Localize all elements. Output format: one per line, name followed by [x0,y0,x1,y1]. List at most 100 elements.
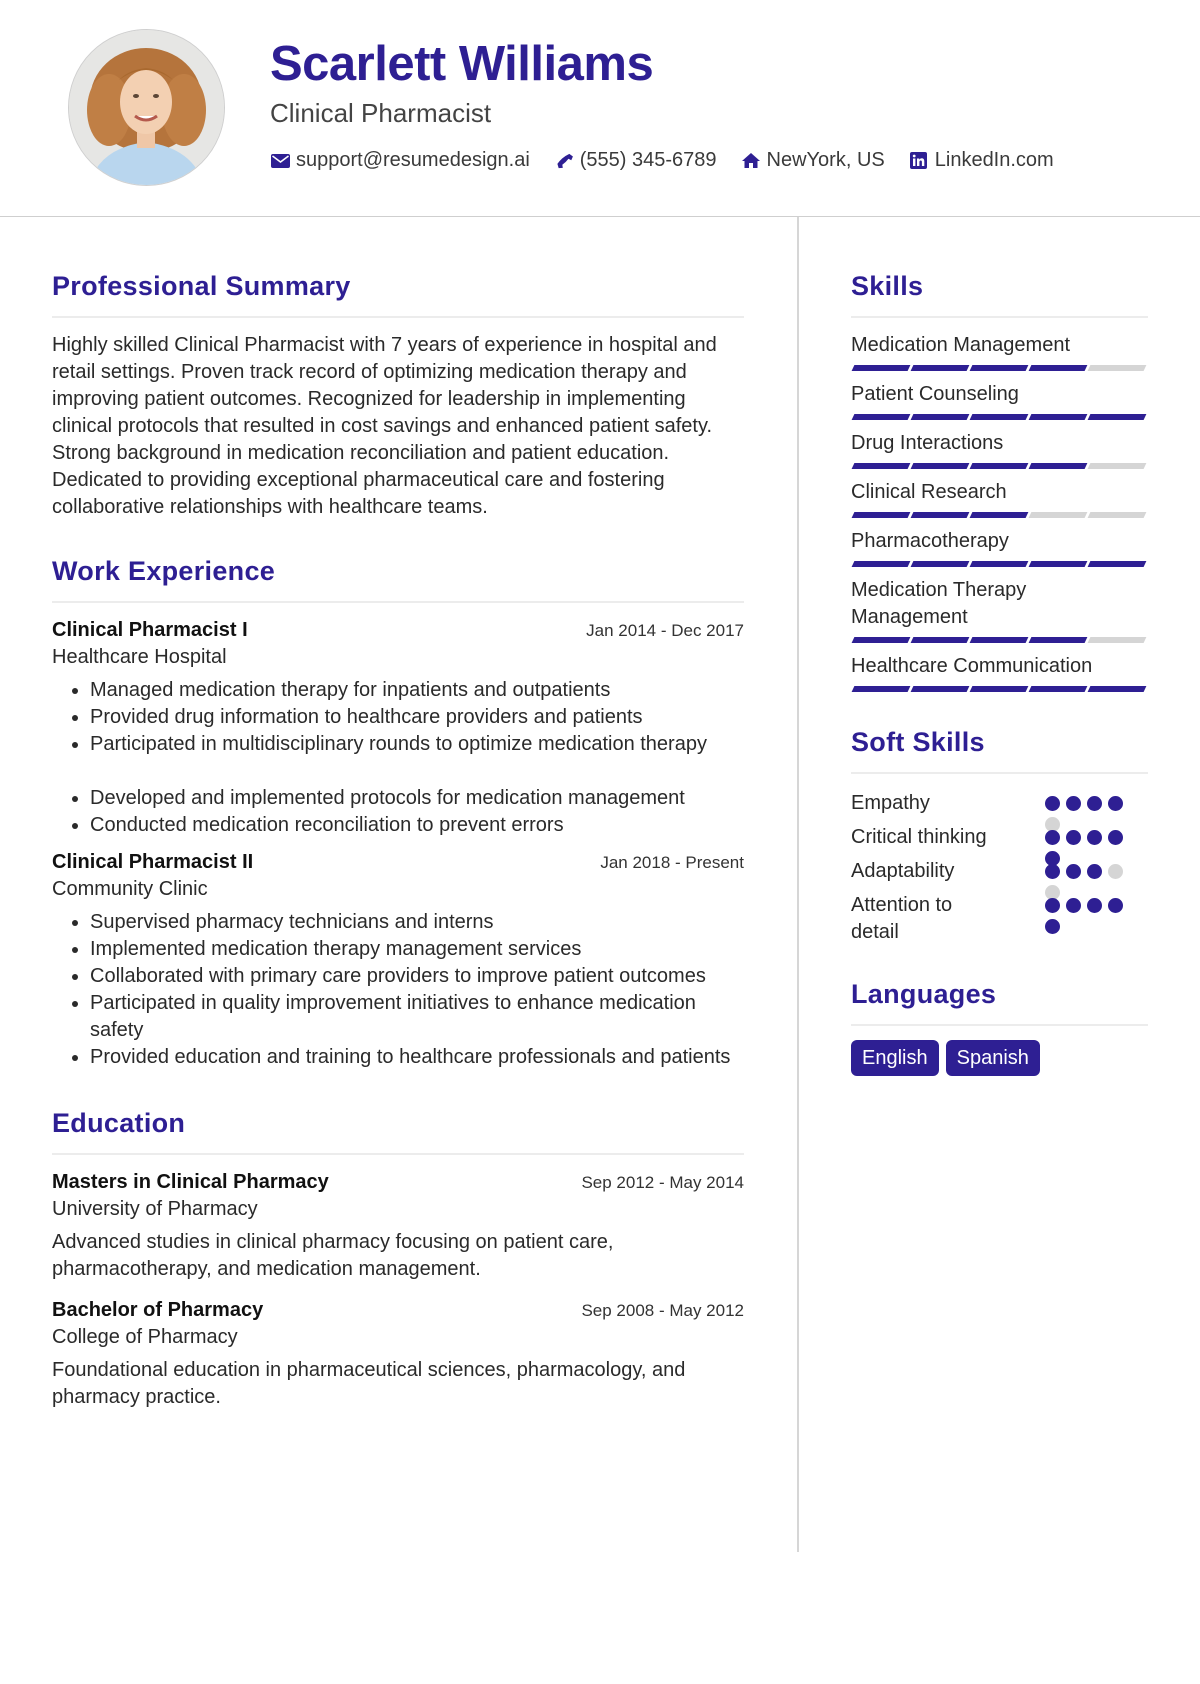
skill-segment-filled [969,512,1029,518]
language-tag: Spanish [945,1040,1040,1076]
skill-item: Medication Therapy Management [851,577,1148,643]
main-column: Professional Summary Highly skilled Clin… [52,266,744,1411]
skill-segment-filled [1028,414,1088,420]
soft-skill-item: Empathy [851,788,1148,832]
skill-name: Clinical Research [851,481,1007,503]
education-description: Advanced studies in clinical pharmacy fo… [52,1231,614,1280]
education-dates: Sep 2012 - May 2014 [581,1173,744,1192]
candidate-name: Scarlett Williams [270,37,654,91]
soft-skill-item: Attention to detail [851,890,1148,948]
avatar [68,29,225,186]
rating-dot-filled [1108,898,1123,913]
skill-name: Drug Interactions [851,432,1004,454]
experience-section: Work Experience Clinical Pharmacist I Ja… [52,551,744,1071]
sidebar-column: Skills Medication Management Patient Cou… [851,266,1148,1076]
school-name: College of Pharmacy [52,1326,238,1348]
language-tags: English Spanish [851,1040,1148,1076]
rating-dot-filled [1045,796,1060,811]
job-organization: Healthcare Hospital [52,646,227,668]
skill-segment-filled [851,686,911,692]
contact-email-text: support@resumedesign.ai [296,149,530,171]
education-dates: Sep 2008 - May 2012 [581,1301,744,1320]
skill-segment-filled [1087,414,1147,420]
rating-dot-filled [1087,864,1102,879]
skill-segment-filled [851,637,911,643]
rating-dot-filled [1066,864,1081,879]
skill-segment-filled [969,686,1029,692]
job-bullet: Participated in quality improvement init… [90,990,744,1044]
skill-segment-filled [910,463,970,469]
job-bullets: Supervised pharmacy technicians and inte… [52,909,744,1071]
skill-segment-filled [969,365,1029,371]
skill-level-bar [851,561,1148,567]
section-divider [851,1024,1148,1026]
rating-dot-filled [1087,796,1102,811]
job-bullet: Conducted medication reconciliation to p… [90,812,744,839]
phone-icon [554,151,574,171]
summary-heading: Professional Summary [52,271,351,301]
soft-skill-name: Empathy [851,792,930,814]
contact-linkedin[interactable]: LinkedIn.com [909,149,1054,172]
job-bullets: Managed medication therapy for inpatient… [52,677,744,839]
job-bullet: Provided education and training to healt… [90,1044,744,1071]
job-entry: Clinical Pharmacist I Jan 2014 - Dec 201… [52,617,744,839]
skill-item: Patient Counseling [851,381,1148,420]
section-divider [52,1153,744,1155]
soft-skill-item: Critical thinking [851,822,1148,866]
skill-segment-filled [969,463,1029,469]
rating-dot-filled [1066,898,1081,913]
section-divider [851,316,1148,318]
skill-item: Healthcare Communication [851,653,1148,692]
contact-linkedin-text: LinkedIn.com [934,149,1054,171]
skill-segment-empty [1087,637,1147,643]
contact-phone[interactable]: (555) 345-6789 [554,149,717,172]
contact-email[interactable]: support@resumedesign.ai [270,149,530,172]
rating-dot-filled [1066,796,1081,811]
soft-skills-heading: Soft Skills [851,727,985,757]
skill-segment-filled [1028,686,1088,692]
rating-dot-filled [1045,864,1060,879]
skill-level-bar [851,686,1148,692]
skill-segment-filled [1028,463,1088,469]
skill-level-bar [851,463,1148,469]
skills-heading: Skills [851,271,924,301]
section-divider [52,601,744,603]
job-bullet: Supervised pharmacy technicians and inte… [90,909,744,936]
job-dates: Jan 2014 - Dec 2017 [586,621,744,640]
summary-text: Highly skilled Clinical Pharmacist with … [52,334,717,518]
job-dates: Jan 2018 - Present [600,853,744,872]
skill-name: Healthcare Communication [851,655,1093,677]
skill-segment-empty [1087,365,1147,371]
job-bullet: Collaborated with primary care providers… [90,963,744,990]
skill-item: Clinical Research [851,479,1148,518]
skill-segment-filled [910,686,970,692]
skill-segment-filled [1087,561,1147,567]
education-entry: Bachelor of Pharmacy Sep 2008 - May 2012… [52,1297,744,1411]
skill-segment-filled [969,561,1029,567]
rating-dot-filled [1108,830,1123,845]
skill-name: Pharmacotherapy [851,530,1009,552]
envelope-icon [270,151,290,171]
soft-skills-list: Empathy Critical thinking Adaptability A… [851,788,1148,948]
home-icon [741,151,761,171]
rating-dot-filled [1087,898,1102,913]
education-heading: Education [52,1108,186,1138]
skill-segment-filled [969,637,1029,643]
rating-dot-filled [1087,830,1102,845]
skill-segment-filled [851,365,911,371]
contact-phone-text: (555) 345-6789 [579,149,717,171]
profile-photo [69,30,224,185]
section-divider [851,772,1148,774]
skill-segment-filled [851,512,911,518]
job-title: Clinical Pharmacist II [52,851,254,873]
rating-dot-filled [1066,830,1081,845]
skill-segment-filled [1087,686,1147,692]
candidate-title: Clinical Pharmacist [270,98,492,128]
experience-heading: Work Experience [52,556,276,586]
rating-dot-filled [1045,919,1060,934]
skill-segment-filled [969,414,1029,420]
soft-skills-section: Soft Skills Empathy Critical thinking Ad… [851,722,1148,948]
skill-level-bar [851,637,1148,643]
skill-segment-filled [851,561,911,567]
skill-segment-filled [910,365,970,371]
